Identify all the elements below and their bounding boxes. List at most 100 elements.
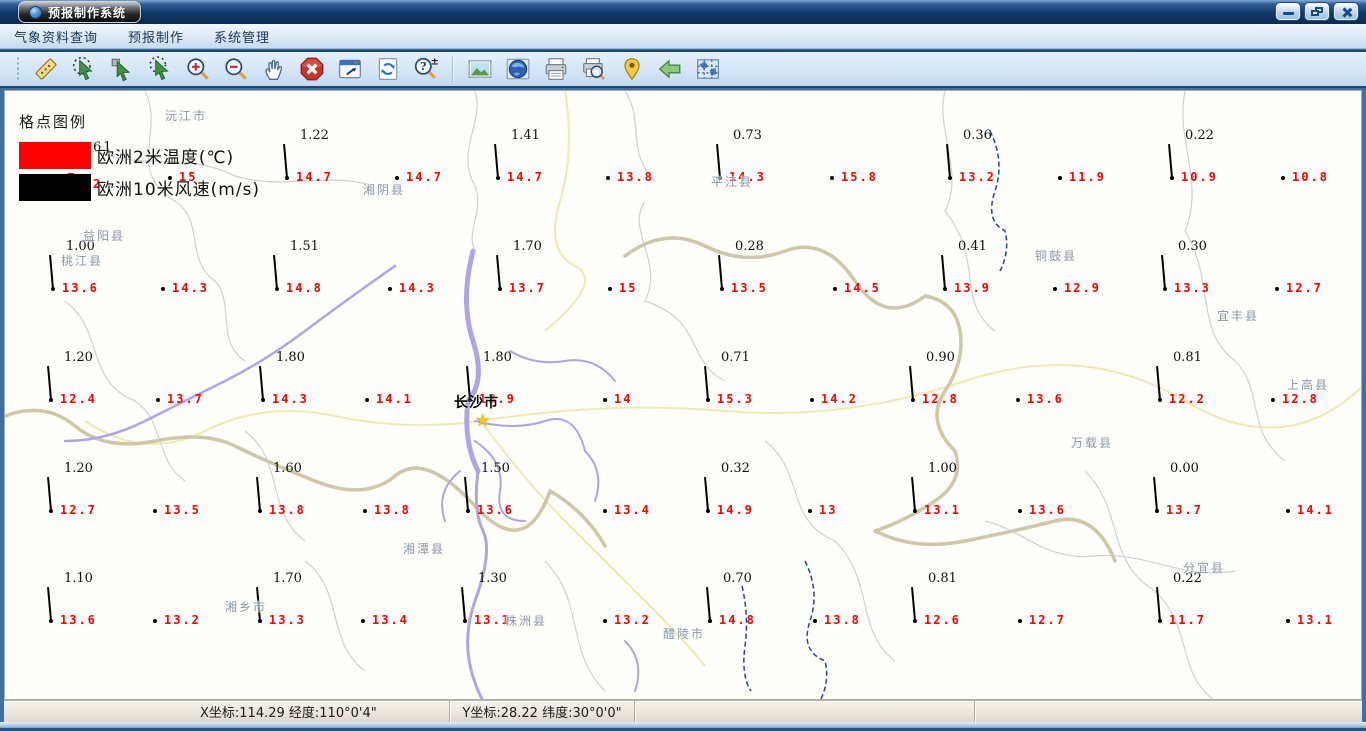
- back-arrow-icon: [658, 59, 681, 79]
- pan-button[interactable]: [258, 54, 290, 84]
- city-label: 醴陵市: [663, 627, 706, 641]
- zoom-window-button[interactable]: [334, 54, 366, 84]
- grid-point-dot: [830, 176, 834, 180]
- temperature-value: 13.8: [374, 503, 411, 517]
- cancel-stop-icon: [300, 57, 324, 81]
- select-features-button[interactable]: [68, 54, 100, 84]
- refresh-button[interactable]: [372, 54, 404, 84]
- select-freehand-cursor-icon: [149, 56, 169, 81]
- city-label: 铜鼓县: [1035, 249, 1078, 263]
- city-label: 益阳县: [83, 229, 126, 243]
- grid-point-dot: [361, 619, 365, 623]
- identify-query-icon: ? ±: [414, 57, 439, 79]
- wind-speed-value: 1.10: [64, 571, 93, 586]
- temperature-value: 13.7: [1166, 503, 1203, 517]
- location-pin-button[interactable]: [616, 54, 648, 84]
- menu-item-1[interactable]: 气象资料查询: [14, 27, 98, 46]
- wind-speed-value: 0.70: [723, 571, 752, 586]
- temperature-value: 14.3: [172, 281, 209, 295]
- map-grid-button[interactable]: [692, 54, 724, 84]
- menu-item-3[interactable]: 系统管理: [214, 27, 270, 46]
- menu-item-2[interactable]: 预报制作: [128, 27, 184, 46]
- wind-speed-value: 1.60: [273, 461, 302, 476]
- temperature-value: 13.6: [477, 503, 514, 517]
- grid-point-dot: [606, 176, 610, 180]
- temperature-value: 14.9: [717, 503, 754, 517]
- select-freehand-button[interactable]: [144, 54, 176, 84]
- grid-point-dot: [363, 509, 367, 513]
- temperature-value: 13.5: [731, 281, 768, 295]
- grid-point-dot: [161, 287, 165, 291]
- print-preview-button[interactable]: [578, 54, 610, 84]
- temperature-value: 15.8: [841, 170, 878, 184]
- city-label: 平江县: [711, 175, 754, 189]
- city-label: 湘潭县: [403, 542, 446, 556]
- globe-icon: [506, 58, 530, 80]
- select-features-cursor-icon: [72, 56, 93, 81]
- window-bottom-frame: [0, 722, 1366, 731]
- temperature-value: 13.1: [924, 503, 961, 517]
- wind-speed-value: 0.32: [721, 461, 750, 476]
- measure-button[interactable]: [30, 54, 62, 84]
- close-button[interactable]: [1334, 3, 1358, 20]
- export-image-icon: [468, 60, 492, 78]
- temperature-value: 13.7: [509, 281, 546, 295]
- grid-point-dot: [603, 509, 607, 513]
- title-bar: 预报制作系统: [0, 0, 1366, 24]
- city-label: 宜丰县: [1217, 309, 1260, 323]
- grid-legend: 格点图例 欧洲2米温度(℃) 欧洲10米风速(m/s): [19, 111, 260, 206]
- export-image-button[interactable]: [464, 54, 496, 84]
- status-panel-x: X坐标:114.29 经度:110°0'4": [0, 701, 450, 722]
- minimize-button[interactable]: [1276, 3, 1300, 20]
- cancel-button[interactable]: [296, 54, 328, 84]
- x-coordinate-readout: X坐标:114.29 经度:110°0'4": [200, 706, 377, 721]
- zoom-out-button[interactable]: [220, 54, 252, 84]
- temperature-value: 14.3: [399, 281, 436, 295]
- temperature-value: 13.6: [62, 281, 99, 295]
- legend-row: 欧洲10米风速(m/s): [19, 174, 260, 201]
- temperature-value: 13.8: [617, 170, 654, 184]
- app-title-tab[interactable]: 预报制作系统: [18, 1, 142, 23]
- temperature-value: 13.6: [60, 613, 97, 627]
- wind-speed-value: 0.81: [928, 571, 957, 586]
- svg-text:?: ?: [420, 60, 426, 73]
- identify-button[interactable]: ? ±: [410, 54, 442, 84]
- grid-point-dot: [810, 398, 814, 402]
- wind-speed-value: 1.70: [513, 239, 542, 254]
- temperature-value: 14.7: [296, 170, 333, 184]
- temperature-value: 13.2: [959, 170, 996, 184]
- wind-speed-value: 0.73: [733, 128, 762, 143]
- legend-swatch: [19, 142, 91, 169]
- toolbar-grip[interactable]: [16, 56, 20, 82]
- temperature-value: 11.9: [1069, 170, 1106, 184]
- toolbar: ? ±: [0, 52, 1366, 88]
- temperature-value: 15.3: [717, 392, 754, 406]
- city-label: 分宜县: [1183, 561, 1226, 575]
- globe-button[interactable]: [502, 54, 534, 84]
- print-preview-icon: [583, 58, 606, 81]
- wind-speed-value: 0.28: [735, 239, 764, 254]
- capital-star-icon: ★: [475, 411, 491, 431]
- wind-speed-value: 0.41: [958, 239, 987, 254]
- zoom-window-icon: [339, 59, 361, 79]
- city-label: 桃江县: [61, 254, 104, 268]
- restore-button[interactable]: [1305, 3, 1329, 20]
- map-canvas[interactable]: 15 14.7 1.22 14.7 14.7 1.41 13.8 14.3 0.73 15.8 13…: [4, 90, 1362, 700]
- back-button[interactable]: [654, 54, 686, 84]
- status-panel-end: [975, 701, 1366, 722]
- print-button[interactable]: [540, 54, 572, 84]
- select-element-button[interactable]: [106, 54, 138, 84]
- grid-point-dot: [388, 287, 392, 291]
- wind-speed-value: 1.30: [478, 571, 507, 586]
- zoom-in-button[interactable]: [182, 54, 214, 84]
- wind-speed-value: 1.20: [64, 350, 93, 365]
- city-label: 湘阴县: [363, 183, 406, 197]
- temperature-value: 13.2: [164, 613, 201, 627]
- temperature-value: 13.9: [954, 281, 991, 295]
- grid-point-dot: [1018, 509, 1022, 513]
- grid-point-dot: [1286, 619, 1290, 623]
- temperature-value: 13.6: [1027, 392, 1064, 406]
- wind-speed-value: 1.00: [928, 461, 957, 476]
- city-label: 万载县: [1071, 436, 1114, 450]
- app-title: 预报制作系统: [48, 5, 127, 20]
